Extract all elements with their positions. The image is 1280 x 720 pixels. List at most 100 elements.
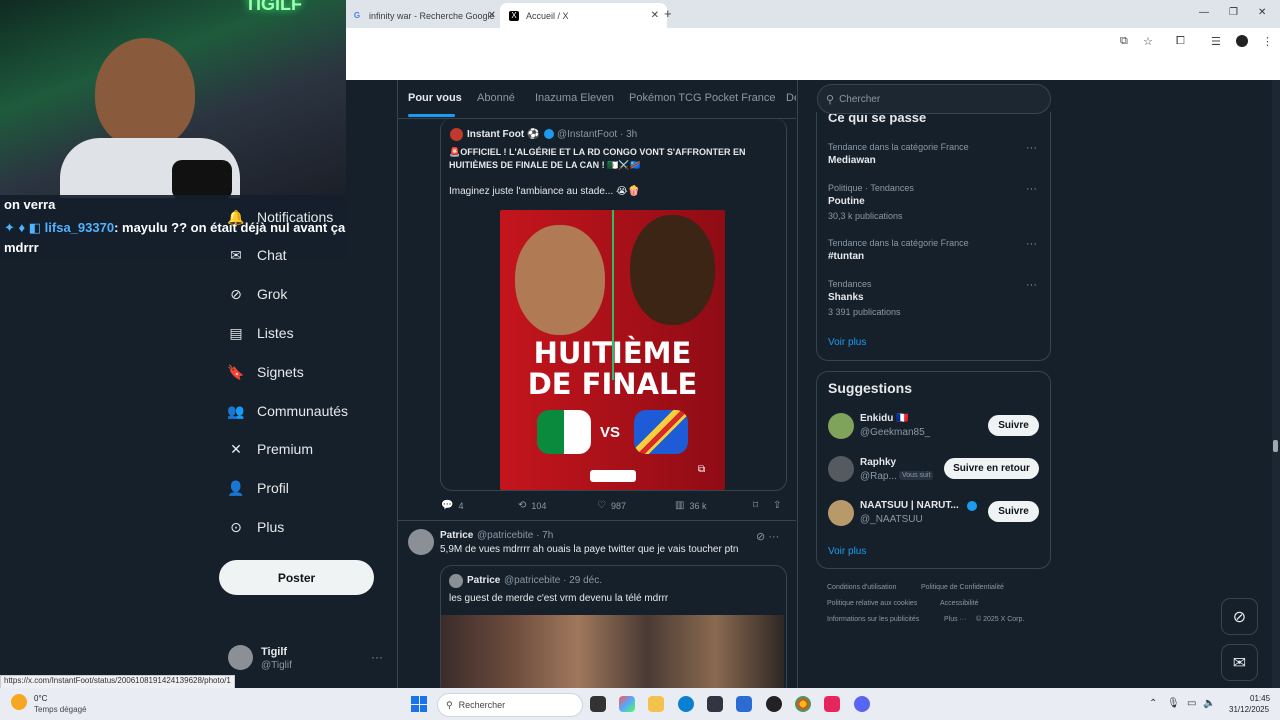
post-more-icon[interactable]: ⊘ ··· bbox=[756, 530, 779, 543]
footer-link[interactable]: Conditions d'utilisation bbox=[827, 584, 896, 591]
author-name[interactable]: Patrice bbox=[467, 575, 500, 586]
scrollbar[interactable] bbox=[1272, 80, 1280, 688]
close-tab-icon[interactable]: ✕ bbox=[488, 10, 496, 21]
footer-link[interactable]: Politique de Confidentialité bbox=[921, 584, 1004, 591]
post-image[interactable] bbox=[441, 615, 784, 688]
sidebar-item-lists[interactable]: ▤ Listes bbox=[228, 325, 293, 342]
trend-name[interactable]: Mediawan bbox=[828, 155, 876, 166]
share-button[interactable]: ⇪ bbox=[773, 500, 786, 511]
bookmark-star-icon[interactable]: ☆ bbox=[1143, 35, 1153, 48]
minimize-button[interactable]: — bbox=[1199, 7, 1209, 18]
tab-pokemon-tcg[interactable]: Pokémon TCG Pocket France bbox=[629, 92, 776, 104]
task-view-icon[interactable] bbox=[590, 696, 606, 712]
avatar[interactable] bbox=[408, 529, 434, 555]
taskbar-search-input[interactable]: ⚲ Rechercher bbox=[437, 693, 583, 717]
install-app-icon[interactable]: ⧉ bbox=[1120, 35, 1128, 48]
tab-inazuma-eleven[interactable]: Inazuma Eleven bbox=[535, 92, 614, 104]
copilot-icon[interactable] bbox=[619, 696, 635, 712]
maximize-button[interactable]: ❐ bbox=[1229, 7, 1238, 18]
clock-time[interactable]: 01:45 bbox=[1250, 694, 1270, 703]
obs-icon[interactable] bbox=[766, 696, 782, 712]
views-button[interactable]: ▥ 36 k bbox=[675, 500, 706, 511]
edge-icon[interactable] bbox=[678, 696, 694, 712]
suggestion-name[interactable]: Raphky bbox=[860, 457, 896, 468]
account-more-icon[interactable]: ··· bbox=[371, 650, 383, 664]
scrollbar-thumb[interactable] bbox=[1273, 440, 1278, 452]
image-edit-icon[interactable]: ⧉ bbox=[698, 464, 705, 475]
avatar[interactable] bbox=[450, 128, 463, 141]
trend-more-icon[interactable]: ··· bbox=[1026, 238, 1037, 250]
volume-icon[interactable]: 🔈 bbox=[1203, 698, 1215, 709]
reply-button[interactable]: 💬 4 bbox=[441, 500, 463, 511]
repost-count: 104 bbox=[531, 500, 547, 511]
follow-back-button[interactable]: Suivre en retour bbox=[944, 458, 1039, 479]
tab-for-you[interactable]: Pour vous bbox=[408, 92, 462, 104]
close-tab-icon[interactable]: ✕ bbox=[651, 10, 659, 21]
discord-icon[interactable] bbox=[854, 696, 870, 712]
trend-name[interactable]: Poutine bbox=[828, 196, 865, 207]
trends-see-more-link[interactable]: Voir plus bbox=[828, 337, 866, 348]
author-name[interactable]: Patrice bbox=[440, 530, 473, 541]
tab-following[interactable]: Abonné bbox=[477, 92, 515, 104]
sidebar-item-chat[interactable]: ✉ Chat bbox=[228, 247, 286, 264]
store-icon[interactable] bbox=[707, 696, 723, 712]
follow-button[interactable]: Suivre bbox=[988, 415, 1039, 436]
browser-tab-x[interactable]: X Accueil / X ✕ bbox=[500, 3, 667, 28]
new-tab-button[interactable]: + bbox=[664, 6, 672, 21]
avatar[interactable] bbox=[228, 645, 253, 670]
grok-fab-button[interactable]: ⊘ bbox=[1221, 598, 1258, 635]
outlook-icon[interactable] bbox=[736, 696, 752, 712]
microphone-icon[interactable]: 🎙 bbox=[1167, 698, 1180, 709]
search-input[interactable]: ⚲ Chercher bbox=[817, 84, 1051, 114]
footer-link[interactable]: Accessibilité bbox=[940, 600, 979, 607]
windows-start-icon[interactable] bbox=[411, 696, 427, 712]
repost-icon: ⟲ bbox=[518, 500, 527, 511]
avatar[interactable] bbox=[828, 456, 854, 482]
network-icon[interactable]: ▭ bbox=[1187, 698, 1196, 709]
page-header-area bbox=[346, 56, 1280, 80]
trend-name[interactable]: Shanks bbox=[828, 292, 864, 303]
chrome-icon[interactable] bbox=[795, 696, 811, 712]
trend-more-icon[interactable]: ··· bbox=[1026, 279, 1037, 291]
sidebar-item-bookmarks[interactable]: 🔖 Signets bbox=[227, 364, 303, 381]
avatar[interactable] bbox=[828, 413, 854, 439]
sidebar-item-grok[interactable]: ⊘ Grok bbox=[228, 286, 287, 303]
sidebar-item-communities[interactable]: 👥 Communautés bbox=[227, 403, 348, 420]
grok-icon: ⊘ bbox=[1232, 608, 1247, 626]
suggestion-name[interactable]: NAATSUU | NARUT... bbox=[860, 500, 959, 511]
file-explorer-icon[interactable] bbox=[648, 696, 664, 712]
browser-menu-icon[interactable]: ⋮ bbox=[1262, 35, 1273, 48]
footer-link[interactable]: Politique relative aux cookies bbox=[827, 600, 917, 607]
sidebar-item-profile[interactable]: 👤 Profil bbox=[227, 480, 289, 497]
sidebar-item-notifications[interactable]: 🔔 Notifications bbox=[227, 209, 333, 226]
browser-tab-google[interactable]: G infinity war - Recherche Google ✕ bbox=[346, 3, 504, 28]
follow-button[interactable]: Suivre bbox=[988, 501, 1039, 522]
avatar[interactable] bbox=[828, 500, 854, 526]
weather-moon-icon[interactable] bbox=[11, 694, 27, 710]
footer-link[interactable]: Plus ··· bbox=[944, 616, 967, 623]
like-button[interactable]: ♡ 987 bbox=[597, 500, 626, 511]
avatar[interactable] bbox=[449, 574, 463, 588]
sidebar-item-label: Premium bbox=[257, 441, 314, 457]
repost-button[interactable]: ⟲ 104 bbox=[518, 500, 546, 511]
author-name[interactable]: Instant Foot ⚽ bbox=[467, 129, 539, 140]
suggestions-see-more-link[interactable]: Voir plus bbox=[828, 546, 866, 557]
footer-link[interactable]: Informations sur les publicités bbox=[827, 616, 919, 623]
trend-name[interactable]: #tuntan bbox=[828, 251, 864, 262]
sidebar-item-more[interactable]: ⊙ Plus bbox=[228, 519, 284, 536]
clock-date[interactable]: 31/12/2025 bbox=[1229, 705, 1269, 714]
tray-overflow-icon[interactable]: ⌃ bbox=[1149, 698, 1157, 709]
close-window-button[interactable]: ✕ bbox=[1258, 7, 1266, 18]
messages-fab-button[interactable]: ✉ bbox=[1221, 644, 1258, 681]
sidebar-item-premium[interactable]: ✕ Premium bbox=[228, 441, 314, 458]
post-button[interactable]: Poster bbox=[219, 560, 374, 595]
tab-truncated[interactable]: Dé bbox=[786, 92, 796, 104]
profile-avatar[interactable] bbox=[1236, 35, 1248, 47]
tiktok-icon[interactable] bbox=[824, 696, 840, 712]
suggestion-name[interactable]: Enkidu 🇫🇷 bbox=[860, 413, 909, 424]
trend-more-icon[interactable]: ··· bbox=[1026, 142, 1037, 154]
extensions-icon[interactable]: ⧠ bbox=[1176, 35, 1185, 48]
trend-more-icon[interactable]: ··· bbox=[1026, 183, 1037, 195]
reading-list-icon[interactable]: ☰ bbox=[1211, 35, 1221, 48]
bookmark-button[interactable]: ⌑ bbox=[753, 500, 763, 511]
